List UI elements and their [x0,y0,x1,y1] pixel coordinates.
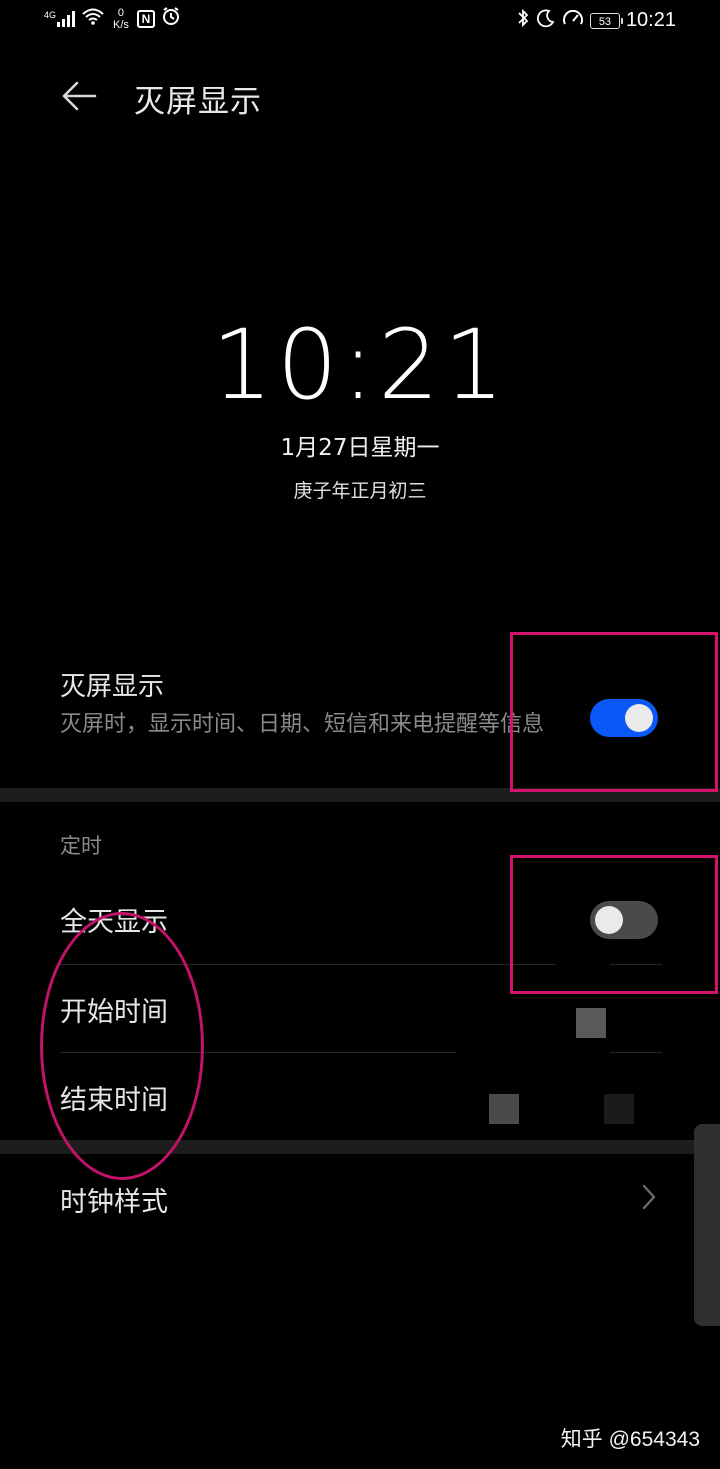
battery-icon: 53 [589,12,623,29]
annotation-rectangle [510,632,718,792]
net-speed: 0 K/s [113,7,129,31]
chevron-right-icon [642,1184,656,1210]
preview-date: 1月27日星期一 [280,435,440,461]
bluetooth-icon [516,8,530,33]
status-right: 53 10:21 [516,8,676,33]
alarm-icon [161,6,181,31]
schedule-section-header: 定时 [60,834,102,858]
status-left: 4G 0 K/s N [44,6,181,31]
net-speed-value: 0 [117,6,125,19]
speedometer-icon [562,8,584,33]
nfc-label: N [141,11,151,26]
page-title: 灭屏显示 [134,84,262,120]
end-time-value-placeholder [489,1094,519,1124]
aod-toggle-title: 灭屏显示 [60,672,165,702]
aod-toggle-description: 灭屏时，显示时间、日期、短信和来电提醒等信息 [60,712,545,737]
annotation-ellipse [40,912,204,1180]
end-time-value-placeholder [604,1094,634,1124]
status-bar: 4G 0 K/s N 53 10:21 [0,0,720,44]
wifi-icon [81,7,105,30]
annotation-rectangle [510,855,718,994]
watermark: 知乎 @654343 [560,1428,700,1451]
aod-preview: 10:21 1月27日星期一 庚子年正月初三 [0,310,720,503]
moon-icon [536,8,556,33]
signal-icon: 4G [44,9,76,27]
back-button[interactable] [54,74,104,118]
preview-lunar-date: 庚子年正月初三 [293,480,427,502]
preview-time: 10:21 [211,309,509,421]
app-bar: 灭屏显示 [0,60,720,136]
row-divider [610,1052,662,1053]
start-time-value-placeholder [576,1008,606,1038]
nfc-icon: N [136,9,155,28]
clock-style-label: 时钟样式 [60,1187,168,1218]
net-speed-unit: K/s [113,18,129,31]
status-time: 10:21 [625,9,676,31]
scroll-handle[interactable] [694,1124,720,1326]
back-arrow-icon [62,81,97,111]
battery-level: 53 [598,15,612,28]
network-type-label: 4G [44,9,57,20]
